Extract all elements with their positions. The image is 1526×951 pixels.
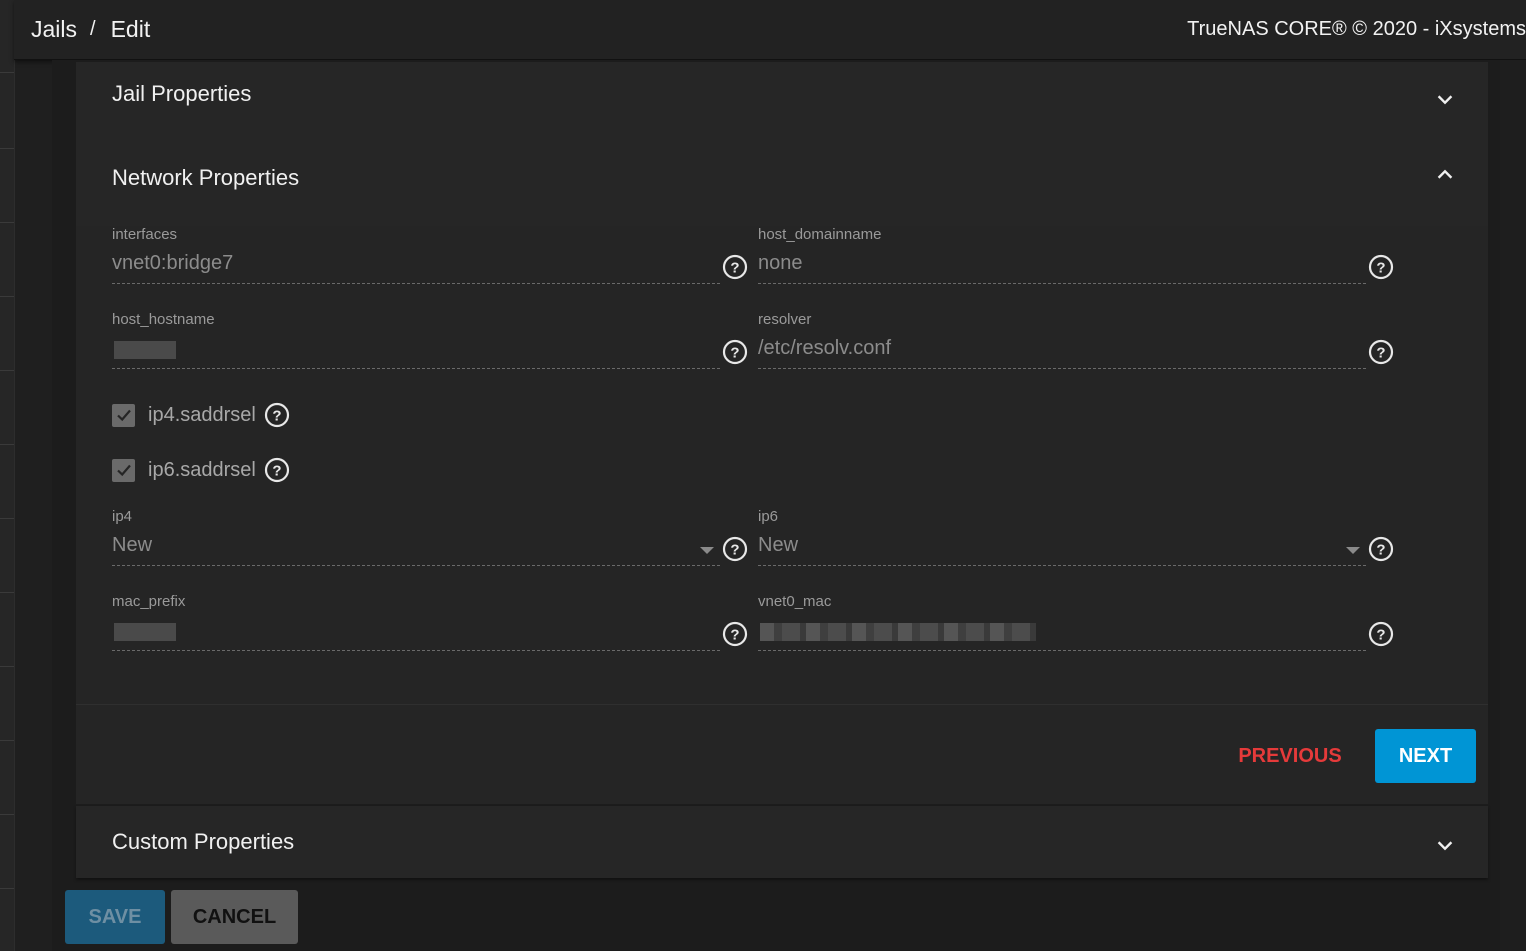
ip4-selected-value[interactable]: New [112,534,152,557]
help-icon[interactable]: ? [722,536,748,562]
field-underline [758,283,1366,284]
section-title: Custom Properties [112,829,295,854]
ip4-saddrsel-row: ip4.saddrsel ? [112,402,290,428]
ip6-saddrsel-checkbox[interactable] [112,458,135,482]
cancel-button[interactable]: CANCEL [171,890,298,944]
field-underline [758,565,1366,566]
left-rail [0,0,14,951]
svg-text:?: ? [1376,542,1385,559]
jail-properties-header[interactable]: Jail Properties [76,62,1488,134]
breadcrumb-edit: Edit [110,16,151,42]
help-icon[interactable]: ? [1368,621,1394,647]
top-bar: Jails / Edit TrueNAS CORE® © 2020 - iXsy… [14,0,1526,60]
chevron-up-icon[interactable] [1434,164,1456,186]
stepper-actions: PREVIOUS NEXT [76,704,1488,804]
field-underline [112,283,720,284]
ip6-selected-value[interactable]: New [758,534,798,557]
ip4-saddrsel-checkbox[interactable] [112,403,135,427]
field-underline [112,565,720,566]
help-icon[interactable]: ? [264,457,290,483]
breadcrumb-jails[interactable]: Jails [31,16,77,43]
svg-text:?: ? [730,542,739,559]
svg-text:?: ? [272,463,281,480]
redacted-value [114,341,176,359]
help-icon[interactable]: ? [722,339,748,365]
field-underline [758,368,1366,369]
field-label: vnet0_mac [758,593,832,610]
check-icon [116,409,131,422]
dropdown-arrow-icon[interactable] [700,547,714,554]
breadcrumb-separator: / [90,18,96,40]
redacted-value [114,623,176,641]
svg-text:?: ? [730,260,739,277]
help-icon[interactable]: ? [722,254,748,280]
field-label: mac_prefix [112,593,186,610]
field-label: interfaces [112,226,178,243]
field-label: ip4 [112,508,133,525]
checkbox-label[interactable]: ip6.saddrsel [148,459,256,482]
field-label: ip6 [758,508,779,525]
field-label: host_domainname [758,226,882,243]
sidebar-gutter [14,60,52,951]
save-button[interactable]: SAVE [65,890,165,944]
svg-text:?: ? [1376,627,1385,644]
help-icon[interactable]: ? [1368,536,1394,562]
section-title: Network Properties [112,165,300,190]
redacted-value [760,623,1036,641]
svg-text:?: ? [730,627,739,644]
ip6-saddrsel-row: ip6.saddrsel ? [112,457,290,483]
previous-button[interactable]: PREVIOUS [1226,729,1354,783]
brand-copyright: TrueNAS CORE® © 2020 - iXsystems [1187,18,1526,40]
help-icon[interactable]: ? [722,621,748,647]
svg-text:?: ? [1376,260,1385,277]
dropdown-arrow-icon[interactable] [1346,547,1360,554]
right-gutter [1500,60,1526,951]
svg-text:?: ? [730,345,739,362]
chevron-down-icon[interactable] [1434,834,1456,856]
network-properties-header[interactable]: Network Properties [76,134,1488,226]
field-underline [112,368,720,369]
field-underline [758,650,1366,651]
help-icon[interactable]: ? [1368,254,1394,280]
resolver-input[interactable]: /etc/resolv.conf [758,337,891,360]
section-title: Jail Properties [112,81,252,106]
field-label: host_hostname [112,311,215,328]
help-icon[interactable]: ? [264,402,290,428]
checkbox-label[interactable]: ip4.saddrsel [148,404,256,427]
next-button[interactable]: NEXT [1375,729,1476,783]
breadcrumb: Jails / Edit [31,16,150,43]
check-icon [116,464,131,477]
chevron-down-icon[interactable] [1434,88,1456,110]
help-icon[interactable]: ? [1368,339,1394,365]
field-label: resolver [758,311,812,328]
custom-properties-header[interactable]: Custom Properties [76,806,1488,878]
svg-text:?: ? [272,408,281,425]
svg-text:?: ? [1376,345,1385,362]
host-domainname-input[interactable]: none [758,252,803,275]
interfaces-input[interactable]: vnet0:bridge7 [112,252,233,275]
field-underline [112,650,720,651]
network-properties-body: interfaces vnet0:bridge7 ? host_domainna… [76,226,1488,704]
